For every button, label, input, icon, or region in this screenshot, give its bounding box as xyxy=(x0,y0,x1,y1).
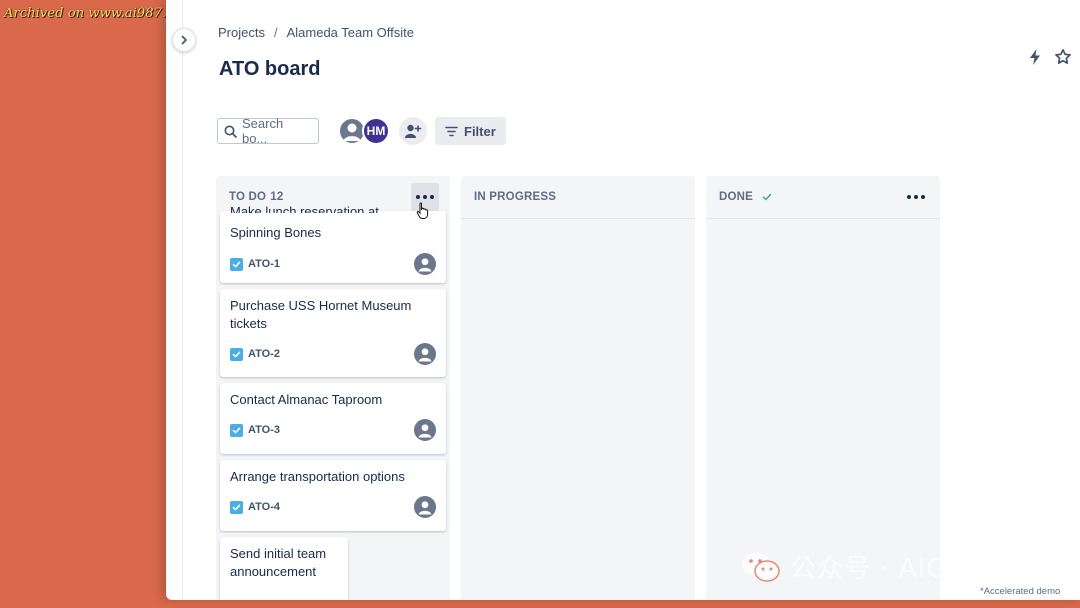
wechat-icon xyxy=(742,552,780,582)
card-ato-5[interactable]: Send initial team announcement xyxy=(220,537,348,600)
person-icon xyxy=(418,501,432,515)
task-type-icon xyxy=(230,257,243,271)
search-placeholder: Search bo... xyxy=(241,116,284,146)
column-divider xyxy=(706,218,940,219)
assignee-avatar[interactable] xyxy=(414,343,436,365)
card-ato-1[interactable]: Make lunch reservation at Spinning Bones… xyxy=(220,204,446,283)
breadcrumb: Projects / Alameda Team Offsite xyxy=(218,25,414,40)
person-icon xyxy=(418,424,432,438)
archive-watermark: Archived on www.ai987.cn xyxy=(4,6,183,21)
issue-key: ATO-1 xyxy=(248,258,280,270)
issue-key: ATO-2 xyxy=(248,348,280,360)
hand-cursor-icon xyxy=(416,202,429,219)
card-footer: ATO-1 xyxy=(230,253,436,275)
done-check-icon xyxy=(762,193,772,201)
search-icon xyxy=(224,125,237,138)
card-ato-4[interactable]: Arrange transportation options ATO-4 xyxy=(220,460,446,531)
person-icon xyxy=(343,123,361,141)
task-type-icon xyxy=(230,347,243,361)
issue-key: ATO-4 xyxy=(248,501,280,513)
column-divider xyxy=(461,218,695,219)
star-icon xyxy=(1055,48,1071,64)
wechat-watermark: 公众号 · AIGC新知 xyxy=(740,548,1021,585)
board-toolbar: Search bo... HM Filter xyxy=(217,116,506,146)
column-in-progress-title: IN PROGRESS xyxy=(474,191,557,203)
task-type-icon xyxy=(230,423,243,437)
avatar-hm[interactable]: HM xyxy=(362,117,390,145)
page-title: ATO board xyxy=(219,58,321,80)
card-list: Make lunch reservation at Spinning Bones… xyxy=(220,204,446,600)
add-person-icon xyxy=(404,124,422,138)
more-icon xyxy=(907,195,925,199)
filter-label: Filter xyxy=(464,123,496,139)
add-people-button[interactable] xyxy=(399,117,427,145)
lightning-bolt-icon xyxy=(1030,49,1040,65)
filter-button[interactable]: Filter xyxy=(435,117,506,145)
card-title: Spinning Bones xyxy=(230,225,322,240)
card-footer: ATO-4 xyxy=(230,496,436,518)
automation-button[interactable] xyxy=(1028,48,1042,71)
card-ato-2[interactable]: Purchase USS Hornet Museum tickets ATO-2 xyxy=(220,289,446,377)
column-todo: TO DO 12 Make lunch reservation at Spinn… xyxy=(216,176,450,600)
task-type-icon xyxy=(230,500,243,514)
sidebar-strip xyxy=(166,0,183,600)
card-footer: ATO-3 xyxy=(230,419,436,441)
assignee-avatar[interactable] xyxy=(414,419,436,441)
expand-sidebar-button[interactable] xyxy=(172,28,196,52)
breadcrumb-projects-link[interactable]: Projects xyxy=(218,25,265,40)
column-done-more-button[interactable] xyxy=(902,183,930,211)
column-done-title: DONE xyxy=(719,191,754,203)
filter-icon xyxy=(445,126,458,136)
accelerated-demo-note: *Accelerated demo xyxy=(980,586,1061,597)
header-actions xyxy=(1028,48,1072,71)
person-icon xyxy=(418,348,432,362)
card-title: Send initial team announcement xyxy=(230,546,327,579)
chevron-right-icon xyxy=(181,35,187,45)
more-icon xyxy=(416,195,434,199)
column-todo-title: TO DO xyxy=(229,191,267,203)
assignee-avatar[interactable] xyxy=(414,496,436,518)
star-button[interactable] xyxy=(1054,48,1072,71)
person-icon xyxy=(418,258,432,272)
column-in-progress: IN PROGRESS xyxy=(461,176,695,600)
card-title: Arrange transportation options xyxy=(230,469,405,484)
breadcrumb-project-link[interactable]: Alameda Team Offsite xyxy=(287,25,414,40)
watermark-text: 公众号 · AIGC新知 xyxy=(790,554,1021,584)
assignee-avatar[interactable] xyxy=(414,253,436,275)
card-title-clipped: Make lunch reservation at xyxy=(230,204,379,213)
card-ato-3[interactable]: Contact Almanac Taproom ATO-3 xyxy=(220,383,446,454)
card-title: Purchase USS Hornet Museum tickets xyxy=(230,298,412,331)
column-done: DONE xyxy=(706,176,940,600)
avatar-group: HM xyxy=(338,117,390,145)
app-window: Projects / Alameda Team Offsite ATO board … xyxy=(166,0,1080,600)
card-footer: ATO-2 xyxy=(230,343,436,365)
card-title: Contact Almanac Taproom xyxy=(230,392,383,407)
column-todo-count: 12 xyxy=(270,191,284,203)
breadcrumb-separator: / xyxy=(273,25,278,40)
search-input[interactable]: Search bo... xyxy=(217,116,319,146)
issue-key: ATO-3 xyxy=(248,424,280,436)
column-done-header: DONE xyxy=(706,176,940,218)
column-in-progress-header: IN PROGRESS xyxy=(461,176,695,218)
